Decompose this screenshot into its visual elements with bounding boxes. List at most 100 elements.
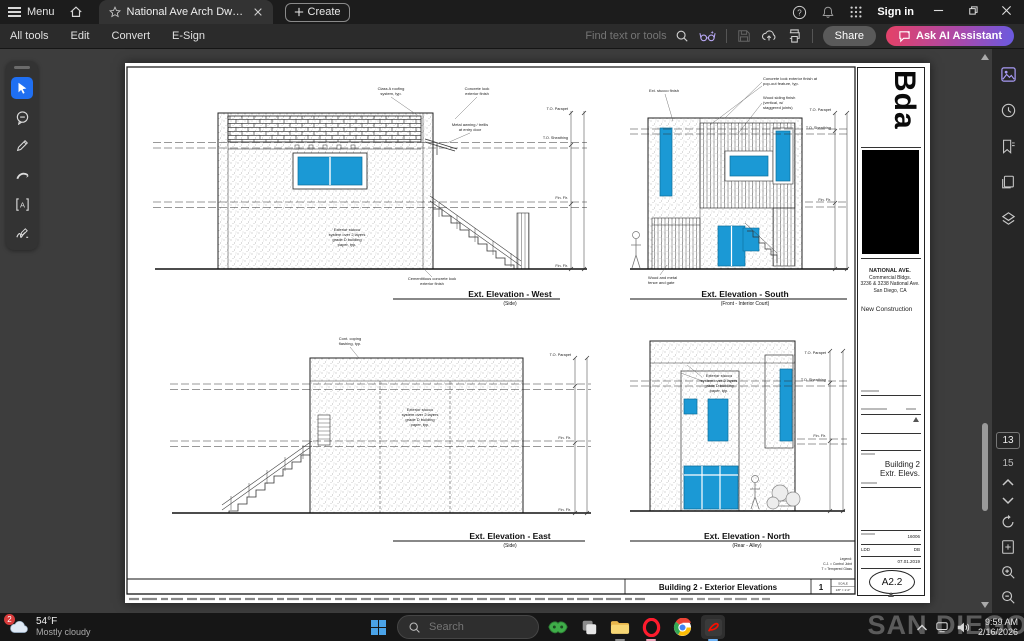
svg-text:T = Tempered Glass: T = Tempered Glass bbox=[822, 567, 853, 571]
restore-button[interactable] bbox=[962, 5, 982, 19]
right-panel-rail: 13 15 bbox=[992, 49, 1024, 613]
zoom-in-icon[interactable] bbox=[1000, 564, 1016, 580]
taskbar-search-input[interactable] bbox=[427, 620, 511, 634]
pdf-page[interactable]: T.O. Parapet T.O. Sheathing Fin. Flr. Fi… bbox=[125, 63, 930, 603]
svg-text:A: A bbox=[19, 200, 24, 209]
acrobat-app-button[interactable] bbox=[701, 615, 725, 639]
taskbar-search[interactable] bbox=[397, 615, 539, 639]
volume-icon[interactable] bbox=[956, 621, 971, 634]
minimize-button[interactable] bbox=[928, 5, 948, 19]
level-label: T.O. Parapet bbox=[810, 108, 832, 112]
sign-in-button[interactable]: Sign in bbox=[877, 6, 914, 18]
fit-page-icon[interactable] bbox=[1000, 539, 1016, 555]
svg-text:exterior finish: exterior finish bbox=[420, 281, 444, 286]
svg-text:system, typ.: system, typ. bbox=[380, 91, 401, 96]
print-icon[interactable] bbox=[787, 29, 802, 43]
file-explorer-button[interactable] bbox=[608, 615, 632, 639]
app-menu-button[interactable]: Menu bbox=[0, 5, 63, 20]
document-area: A bbox=[0, 49, 1024, 613]
layers-panel-button[interactable] bbox=[997, 207, 1019, 229]
pencil-icon bbox=[15, 139, 29, 153]
all-tools-menu[interactable]: All tools bbox=[10, 30, 49, 42]
share-button[interactable]: Share bbox=[823, 26, 876, 46]
add-text-tool[interactable]: A bbox=[11, 193, 33, 215]
ai-assistant-icon bbox=[898, 30, 911, 43]
folder-icon bbox=[610, 619, 630, 636]
network-icon[interactable] bbox=[935, 621, 949, 633]
cloud-upload-icon[interactable] bbox=[761, 29, 777, 43]
level-label: T.O. Sheathing bbox=[806, 126, 831, 130]
bookmarks-panel-button[interactable] bbox=[997, 135, 1019, 157]
restore-icon bbox=[967, 5, 978, 16]
highlight-tool[interactable] bbox=[11, 164, 33, 186]
history-panel-button[interactable] bbox=[997, 99, 1019, 121]
project-address: NATIONAL AVE. Commercial Bldgs. 3236 & 3… bbox=[858, 268, 922, 294]
west-elevation-drawing: T.O. Parapet T.O. Sheathing Fin. Flr. Fi… bbox=[153, 86, 587, 307]
find-text-control[interactable] bbox=[573, 29, 689, 43]
chrome-browser-button[interactable] bbox=[670, 615, 694, 639]
history-clock-icon bbox=[1000, 102, 1017, 119]
notifications-bell-icon[interactable] bbox=[821, 5, 835, 20]
home-button[interactable] bbox=[63, 2, 89, 22]
titlebar: Menu National Ave Arch Dwg... Create ? S… bbox=[0, 0, 1024, 24]
title-block: Bda NATIONAL AVE. Commercial Bldgs. 3236… bbox=[857, 67, 925, 596]
panel-drag-handle[interactable] bbox=[14, 66, 30, 69]
select-tool[interactable] bbox=[11, 77, 33, 99]
create-button[interactable]: Create bbox=[285, 3, 350, 22]
east-elevation-drawing: T.O. Parapet Fin. Flr. Fin. Flr. Cont. c… bbox=[170, 336, 591, 549]
add-comment-tool[interactable] bbox=[11, 106, 33, 128]
temperature: 54°F bbox=[36, 616, 57, 627]
time: 9:59 AM bbox=[985, 617, 1018, 627]
system-tray: 9:59 AM 2/16/2026 bbox=[916, 617, 1018, 637]
scroll-up-arrow[interactable] bbox=[981, 54, 989, 60]
previous-page-chevron-icon[interactable] bbox=[1001, 478, 1015, 487]
opera-browser-button[interactable] bbox=[639, 615, 663, 639]
signature-icon bbox=[15, 226, 30, 241]
start-button[interactable] bbox=[366, 615, 390, 639]
convert-menu[interactable]: Convert bbox=[112, 30, 151, 42]
windows-logo-icon bbox=[371, 620, 386, 635]
help-icon[interactable]: ? bbox=[792, 5, 807, 20]
footer-number: 1 bbox=[819, 583, 824, 592]
draw-tool[interactable] bbox=[11, 135, 33, 157]
scroll-down-arrow[interactable] bbox=[981, 602, 989, 608]
scrollbar-thumb[interactable] bbox=[982, 423, 988, 511]
fill-sign-tool[interactable] bbox=[11, 222, 33, 244]
legend: Legend: C.J. = Control Joint T = Tempere… bbox=[822, 557, 853, 571]
tray-chevron-icon[interactable] bbox=[916, 623, 928, 632]
next-page-chevron-icon[interactable] bbox=[1001, 496, 1015, 505]
north-storefront bbox=[684, 466, 738, 509]
share-label: Share bbox=[835, 30, 864, 42]
ai-assistant-label: Ask AI Assistant bbox=[916, 30, 1002, 42]
chrome-icon bbox=[673, 618, 692, 637]
ask-ai-assistant-button[interactable]: Ask AI Assistant bbox=[886, 26, 1014, 46]
layers-icon bbox=[1000, 210, 1017, 227]
job-number: 16006 bbox=[907, 534, 920, 539]
taskbar-clock[interactable]: 9:59 AM 2/16/2026 bbox=[978, 617, 1018, 637]
close-tab-icon[interactable] bbox=[253, 7, 263, 17]
widgets-app-button[interactable] bbox=[546, 615, 570, 639]
drawn-by: LDD bbox=[861, 547, 870, 552]
rotate-page-icon[interactable] bbox=[1000, 514, 1016, 530]
export-image-panel-button[interactable] bbox=[997, 63, 1019, 85]
esign-menu[interactable]: E-Sign bbox=[172, 30, 205, 42]
weather-widget[interactable]: 2 54°F Mostly cloudy bbox=[8, 616, 91, 638]
zoom-out-icon[interactable] bbox=[1000, 589, 1016, 605]
edit-menu[interactable]: Edit bbox=[71, 30, 90, 42]
level-label: T.O. Sheathing bbox=[801, 378, 826, 382]
svg-text:?: ? bbox=[798, 8, 803, 17]
level-label: T.O. Parapet bbox=[547, 107, 569, 111]
level-label: T.O. Sheathing bbox=[543, 136, 568, 140]
minimize-icon bbox=[933, 5, 944, 16]
close-window-button[interactable] bbox=[996, 5, 1016, 19]
south-title: Ext. Elevation - South bbox=[701, 289, 788, 299]
find-input[interactable] bbox=[573, 29, 669, 43]
document-tab[interactable]: National Ave Arch Dwg... bbox=[99, 0, 273, 24]
page-thumbnails-panel-button[interactable] bbox=[997, 171, 1019, 193]
hamburger-icon bbox=[8, 5, 21, 20]
vertical-scrollbar[interactable] bbox=[980, 51, 990, 611]
apps-grid-icon[interactable] bbox=[849, 5, 863, 19]
task-view-button[interactable] bbox=[577, 615, 601, 639]
read-aloud-glasses-icon[interactable] bbox=[699, 29, 716, 43]
current-page-indicator[interactable]: 13 bbox=[996, 432, 1019, 449]
